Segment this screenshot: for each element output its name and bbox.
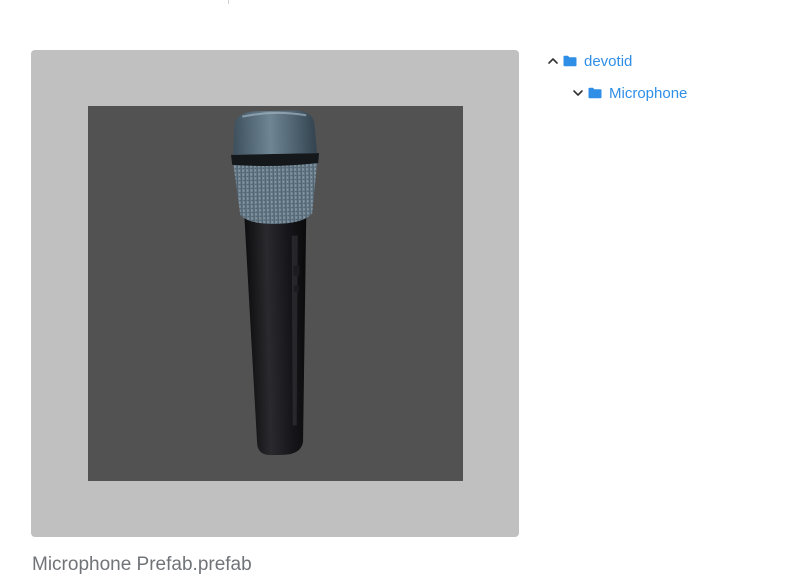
folder-icon <box>588 87 602 99</box>
chevron-up-icon[interactable] <box>545 53 561 69</box>
asset-preview-page: Microphone Prefab.prefab devotid Microph… <box>0 0 788 581</box>
divider <box>228 0 229 4</box>
asset-preview-panel <box>31 50 519 537</box>
microphone-model-icon <box>231 110 320 456</box>
chevron-down-icon[interactable] <box>570 85 586 101</box>
model-viewport[interactable] <box>88 106 463 481</box>
tree-item-label: Microphone <box>609 84 688 102</box>
asset-file-name: Microphone Prefab.prefab <box>32 554 252 575</box>
tree-item-devotid[interactable]: devotid <box>545 48 780 74</box>
tree-item-microphone[interactable]: Microphone <box>545 80 780 106</box>
folder-icon <box>563 55 577 67</box>
folder-tree: devotid Microphone <box>545 48 780 106</box>
tree-item-label: devotid <box>584 52 633 70</box>
